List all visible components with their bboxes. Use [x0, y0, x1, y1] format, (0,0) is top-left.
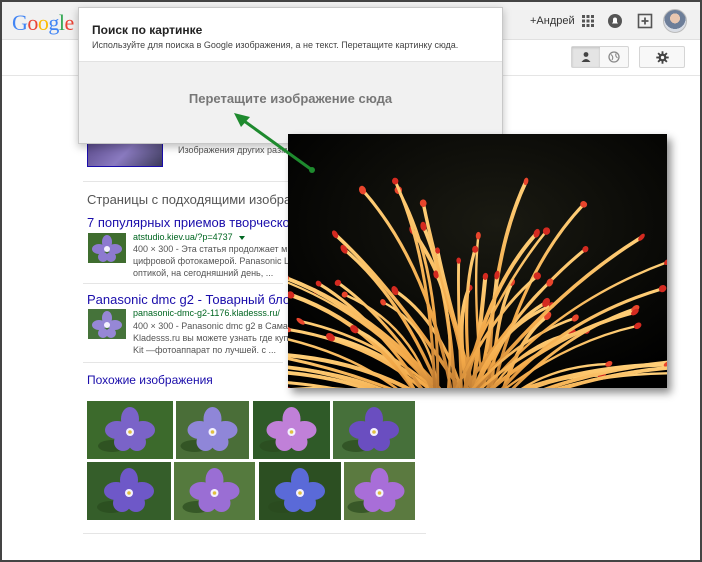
result-snippet-line: цифровой фотокамерой. Panasonic L	[133, 256, 289, 266]
violet-flower-image	[176, 401, 249, 459]
dragged-flower-photo[interactable]	[288, 134, 667, 388]
logo-letter: G	[12, 10, 28, 35]
google-logo[interactable]: Google	[12, 10, 74, 36]
protea-flower-image	[288, 134, 667, 388]
violet-flower-image	[87, 462, 171, 520]
flower-thumbnail-image	[88, 309, 126, 339]
result-title[interactable]: Panasonic dmc g2 - Товарный блог	[87, 292, 295, 307]
similar-images-heading[interactable]: Похожие изображения	[87, 373, 213, 387]
personal-results-button[interactable]	[572, 47, 600, 67]
drag-arrow-icon	[234, 113, 315, 173]
violet-flower-image	[344, 462, 415, 520]
dialog-title: Поиск по картинке	[92, 23, 203, 37]
chevron-down-icon[interactable]	[238, 235, 246, 241]
violet-flower-image	[253, 401, 330, 459]
divider	[83, 362, 283, 363]
result-url: atstudio.kiev.ua/?p=4737	[133, 232, 233, 242]
result-snippet-line: 400 × 300 - Эта статья продолжает м	[133, 244, 288, 254]
safe-search-toggle	[571, 46, 629, 68]
pages-heading: Страницы с подходящими изобраз	[87, 192, 298, 207]
violet-flower-image	[174, 462, 255, 520]
logo-letter: o	[37, 10, 49, 35]
result-snippet-line: Kladesss.ru вы можете узнать где купи	[133, 333, 294, 343]
violet-flower-image	[87, 401, 173, 459]
dialog-description: Используйте для поиска в Google изображе…	[92, 40, 459, 50]
flower-thumbnail-image	[88, 233, 126, 263]
similar-image-thumbnail[interactable]	[87, 401, 173, 459]
result-title[interactable]: 7 популярных приемов творческой	[87, 215, 297, 230]
globe-icon	[608, 51, 620, 63]
logo-letter: g	[48, 10, 59, 35]
result-thumbnail[interactable]	[88, 309, 126, 339]
violet-flower-image	[259, 462, 341, 520]
similar-image-thumbnail[interactable]	[174, 462, 255, 520]
settings-button[interactable]	[639, 46, 685, 68]
world-results-button[interactable]	[600, 47, 628, 67]
notifications-icon[interactable]	[607, 13, 623, 29]
violet-flower-image	[333, 401, 415, 459]
result-thumbnail[interactable]	[88, 233, 126, 263]
gear-icon	[655, 50, 669, 64]
share-icon[interactable]	[637, 13, 653, 29]
similar-image-thumbnail[interactable]	[333, 401, 415, 459]
result-url: panasonic-dmc-g2-1176.kladesss.ru/	[133, 308, 280, 318]
avatar[interactable]	[663, 9, 687, 33]
divider	[83, 283, 283, 284]
similar-image-thumbnail[interactable]	[176, 401, 249, 459]
drop-zone-label: Перетащите изображение сюда	[188, 91, 393, 106]
logo-letter: o	[27, 10, 38, 35]
similar-image-thumbnail[interactable]	[87, 462, 171, 520]
similar-image-thumbnail[interactable]	[259, 462, 341, 520]
logo-letter: e	[64, 10, 75, 35]
similar-image-thumbnail[interactable]	[344, 462, 415, 520]
similar-image-thumbnail[interactable]	[253, 401, 330, 459]
query-image-thumbnail[interactable]	[87, 140, 163, 167]
apps-icon[interactable]	[580, 13, 596, 29]
user-profile-link[interactable]: +Андрей	[530, 15, 575, 27]
person-icon	[581, 52, 591, 62]
divider	[83, 533, 426, 534]
result-snippet-line: оптикой, на сегодняшний день, ...	[133, 268, 274, 278]
result-snippet-line: 400 × 300 - Panasonic dmc g2 в Сама	[133, 321, 288, 331]
result-snippet-line: Kit —фотоаппарат по лучшей. с ...	[133, 345, 277, 355]
